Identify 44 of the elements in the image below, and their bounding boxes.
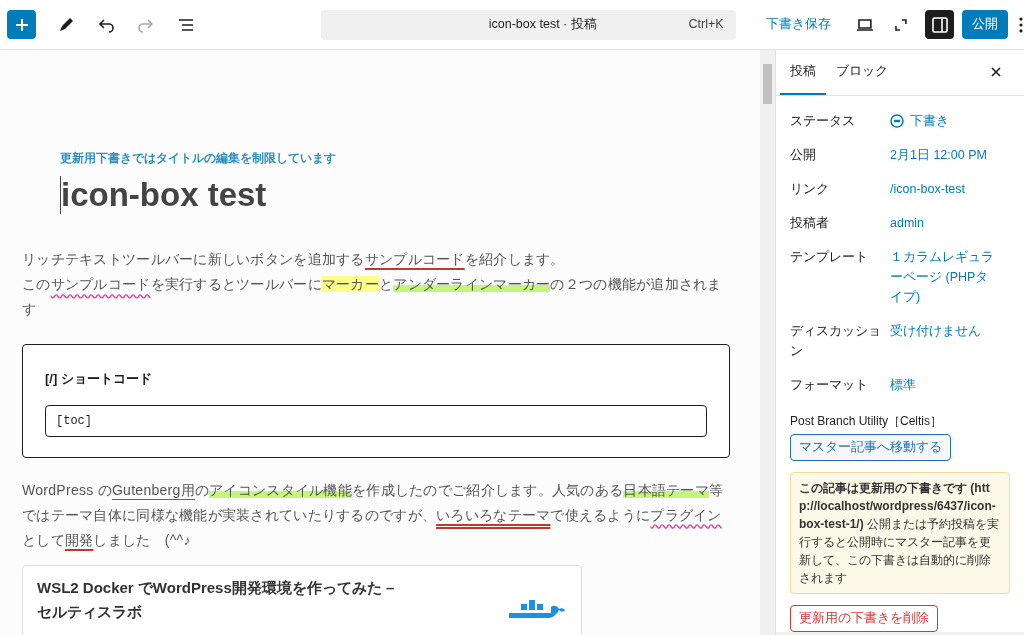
shortcode-label: [/] ショートコード xyxy=(45,370,153,389)
text-cursor xyxy=(60,176,61,215)
link-card-title: WSL2 Docker でWordPress開発環境を作ってみた – セルティスラボ xyxy=(37,577,396,622)
title-notice: 更新用下書きではタイトルの編集を制限しています xyxy=(59,150,337,167)
sidebar-tab[interactable]: ブロック xyxy=(826,49,898,95)
field-label: 公開 xyxy=(790,147,817,164)
post-title[interactable]: icon-box test xyxy=(61,175,267,216)
save-draft-button[interactable]: 下書き保存 xyxy=(765,15,831,34)
master-post-button[interactable]: マスター記事へ移動する xyxy=(790,434,951,461)
status-icon xyxy=(890,114,904,128)
plugin-title: Post Branch Utility［Celtis］ xyxy=(790,413,944,430)
sidebar-icon xyxy=(930,15,949,34)
status-link[interactable]: 下書き xyxy=(910,111,949,131)
command-bar[interactable]: icon-box test · 投稿 Ctrl+K xyxy=(321,9,736,40)
field-value-link[interactable]: １カラムレギュラーページ (PHPタイプ) xyxy=(890,247,1000,307)
shortcode-block[interactable]: [/] ショートコード [toc] xyxy=(22,344,730,458)
shortcut-hint: Ctrl+K xyxy=(688,16,724,34)
shortcode-field[interactable]: [toc] xyxy=(45,404,707,437)
field-label: ステータス xyxy=(790,113,856,130)
field-label: ディスカッション xyxy=(790,323,882,360)
add-block-button[interactable] xyxy=(7,10,36,39)
field-label: テンプレート xyxy=(790,249,869,266)
more-icon[interactable] xyxy=(1018,15,1024,34)
field-value-link[interactable]: 受け付けません xyxy=(890,321,1000,361)
paragraph: リッチテキストツールバーに新しいボタンを追加するサンプルコード を紹介します。 xyxy=(22,250,566,270)
draft-notice: この記事は更新用の下書きです (http://localhost/wordpress/6437/icon-box-test-1/) 公開または予約投稿を実行すると公開時にマスター記事を更新して、この下書きは自動的に削除されます xyxy=(790,472,1010,594)
field-value-link[interactable]: admin xyxy=(890,213,1000,233)
field-value-link[interactable]: 2月1日 12:00 PM xyxy=(890,145,1000,165)
settings-toggle[interactable] xyxy=(925,10,955,39)
field-value-link[interactable]: /icon-box-test xyxy=(890,179,1000,199)
field-label: リンク xyxy=(790,181,830,198)
field-value-link[interactable]: 標準 xyxy=(890,375,1000,395)
document-title: icon-box test · 投稿 xyxy=(487,16,598,34)
scrollbar-thumb[interactable] xyxy=(763,64,772,104)
delete-draft-button[interactable]: 更新用の下書きを削除 xyxy=(790,605,938,632)
plus-icon xyxy=(13,16,30,33)
close-icon[interactable] xyxy=(990,66,1002,78)
laptop-icon[interactable] xyxy=(854,16,875,33)
publish-button[interactable]: 公開 xyxy=(962,10,1009,39)
fullscreen-icon[interactable] xyxy=(893,16,910,33)
link-card[interactable]: WSL2 Docker でWordPress開発環境を作ってみた – セルティスラボ xyxy=(22,564,582,635)
field-label: フォーマット xyxy=(790,377,869,394)
sidebar-tab[interactable]: 投稿 xyxy=(780,49,826,95)
field-label: 投稿者 xyxy=(790,215,830,232)
